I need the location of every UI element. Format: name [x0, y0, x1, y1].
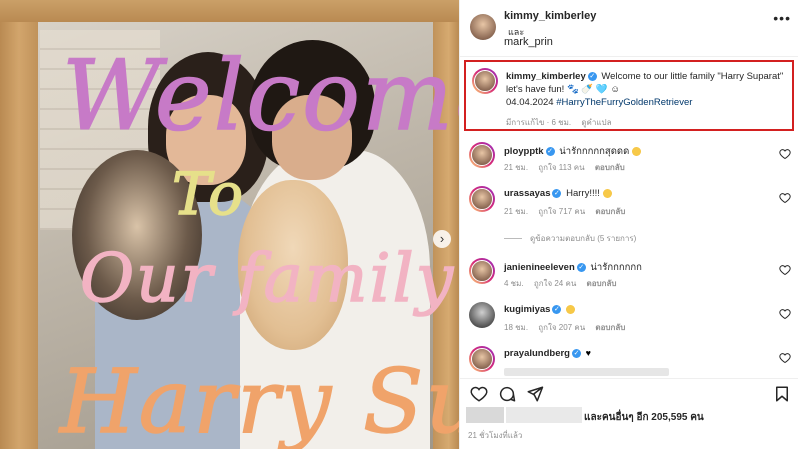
scribble-our-family: Our family [79, 239, 456, 318]
comment-likes[interactable]: ถูกใจ 24 คน [534, 279, 576, 288]
comment-text: kugimiyas ✓ [504, 304, 576, 315]
reply-button[interactable]: ตอบกลับ [587, 279, 617, 288]
post-timestamp: 21 ชั่วโมงที่แล้ว [468, 431, 523, 440]
comment-text: janienineeleven ✓ น่ารักกกกกก [504, 260, 642, 275]
comment-username[interactable]: ploypptk [504, 146, 544, 157]
comment-body: Harry!!!! [566, 188, 600, 199]
blurred-liker-names [506, 407, 582, 423]
reply-button[interactable]: ตอบกลับ [595, 323, 625, 332]
comment-item: ploypptk ✓ น่ารักกกกกสุดดด 21 ชม. ถูกใจ 1… [460, 140, 798, 184]
comment-meta: 21 ชม. ถูกใจ 717 คน ตอบกลับ [504, 205, 633, 218]
send-icon[interactable] [526, 385, 544, 403]
comment-avatar[interactable] [469, 302, 495, 328]
comment-item: kugimiyas ✓ 18 ชม. ถูกใจ 207 คน ตอบกลับ [460, 300, 798, 344]
comment-likes[interactable]: ถูกใจ 207 คน [538, 323, 585, 332]
post-header: kimmy_kimberley และ mark_prin ••• [460, 0, 798, 57]
blurred-liker-avatars [466, 407, 504, 423]
comment-avatar[interactable] [469, 186, 495, 212]
post-sidebar: kimmy_kimberley และ mark_prin ••• kimmy_… [459, 0, 798, 449]
comment-item: janienineeleven ✓ น่ารักกกกกก 4 ชม. ถูกใจ… [460, 256, 798, 300]
caption-date: 04.04.2024 [506, 97, 557, 108]
verified-badge-icon: ✓ [545, 146, 555, 156]
caption-edited: มีการแก้ไข · 6 ชม. [506, 118, 572, 127]
comment-time: 18 ชม. [504, 323, 529, 332]
comment-username[interactable]: urassayas [504, 188, 550, 199]
verified-badge-icon: ✓ [572, 348, 581, 358]
black-heart-emoji-icon: ♥ [585, 348, 591, 359]
like-comment-heart-icon[interactable] [779, 192, 791, 204]
scribble-harry-suparat: Harry Suparat [59, 349, 459, 449]
blurred-comment-text [504, 368, 669, 376]
verified-badge-icon: ✓ [552, 188, 562, 198]
like-comment-heart-icon[interactable] [779, 308, 791, 320]
heart-eyes-emoji-icon [602, 188, 612, 198]
post-photo[interactable]: Welcome To Our family Harry Suparat › [0, 0, 459, 449]
comment-meta: 21 ชม. ถูกใจ 113 คน ตอบกลับ [504, 161, 633, 174]
comment-username[interactable]: prayalundberg [504, 348, 570, 359]
like-comment-heart-icon[interactable] [779, 264, 791, 276]
verified-badge-icon: ✓ [587, 71, 597, 81]
likes-count[interactable]: และคนอื่นๆ อีก 205,595 คน [584, 410, 704, 425]
header-username[interactable]: kimmy_kimberley [504, 10, 596, 22]
heart-eyes-emoji-icon [566, 304, 576, 314]
caption-meta: มีการแก้ไข · 6 ชม. ดูคำแปล [506, 116, 620, 129]
reply-button[interactable]: ตอบกลับ [595, 163, 625, 172]
heart-icon[interactable] [470, 385, 488, 403]
comment-item: urassayas ✓ Harry!!!! 21 ชม. ถูกใจ 717 คน… [460, 184, 798, 228]
comment-avatar[interactable] [469, 346, 495, 372]
comment-meta: 4 ชม. ถูกใจ 24 คน ตอบกลับ [504, 277, 624, 290]
view-replies-link[interactable]: ดูข้อความตอบกลับ (5 รายการ) [504, 232, 636, 245]
comment-text: ploypptk ✓ น่ารักกกกกสุดดด [504, 144, 641, 159]
reply-button[interactable]: ตอบกลับ [595, 207, 625, 216]
caption-highlight-box: kimmy_kimberley ✓ Welcome to our little f… [464, 60, 794, 131]
header-collaborator[interactable]: mark_prin [504, 36, 553, 48]
more-horizontal-icon[interactable]: ••• [773, 10, 791, 26]
comment-body: น่ารักกกกกสุดดด [559, 146, 630, 157]
action-bar [460, 378, 798, 408]
caption-username[interactable]: kimmy_kimberley [506, 71, 586, 82]
comment-username[interactable]: kugimiyas [504, 304, 550, 315]
caption-avatar[interactable] [472, 68, 498, 94]
comment-avatar[interactable] [469, 142, 495, 168]
likes-row[interactable]: และคนอื่นๆ อีก 205,595 คน [460, 405, 798, 425]
avatar[interactable] [470, 14, 496, 40]
heart-eyes-emoji-icon [631, 146, 641, 156]
comment-meta: 18 ชม. ถูกใจ 207 คน ตอบกลับ [504, 321, 633, 334]
comment-time: 4 ชม. [504, 279, 524, 288]
caption-hashtag[interactable]: #HarryTheFurryGoldenRetriever [556, 97, 692, 108]
like-comment-heart-icon[interactable] [779, 148, 791, 160]
comment-body: น่ารักกกกกก [590, 262, 642, 273]
bookmark-icon[interactable] [773, 385, 791, 403]
comment-likes[interactable]: ถูกใจ 113 คน [538, 163, 584, 172]
see-translation-link[interactable]: ดูคำแปล [581, 118, 611, 127]
comment-avatar[interactable] [469, 258, 495, 284]
verified-badge-icon: ✓ [552, 304, 562, 314]
wood-frame-top [0, 0, 459, 22]
caption-text-block: kimmy_kimberley ✓ Welcome to our little f… [506, 70, 790, 109]
chevron-right-icon[interactable]: › [433, 230, 451, 248]
comment-likes[interactable]: ถูกใจ 717 คน [538, 207, 585, 216]
comment-text: urassayas ✓ Harry!!!! [504, 188, 612, 199]
comment-icon[interactable] [498, 385, 516, 403]
scribble-welcome: Welcome [61, 39, 459, 153]
wood-frame-left [0, 0, 38, 449]
comment-time: 21 ชม. [504, 207, 529, 216]
comment-username[interactable]: janienineeleven [504, 262, 575, 273]
comment-text: prayalundberg ✓ ♥ [504, 348, 591, 359]
scribble-to: To [171, 159, 246, 229]
verified-badge-icon: ✓ [576, 262, 586, 272]
like-comment-heart-icon[interactable] [779, 352, 791, 364]
comment-time: 21 ชม. [504, 163, 529, 172]
